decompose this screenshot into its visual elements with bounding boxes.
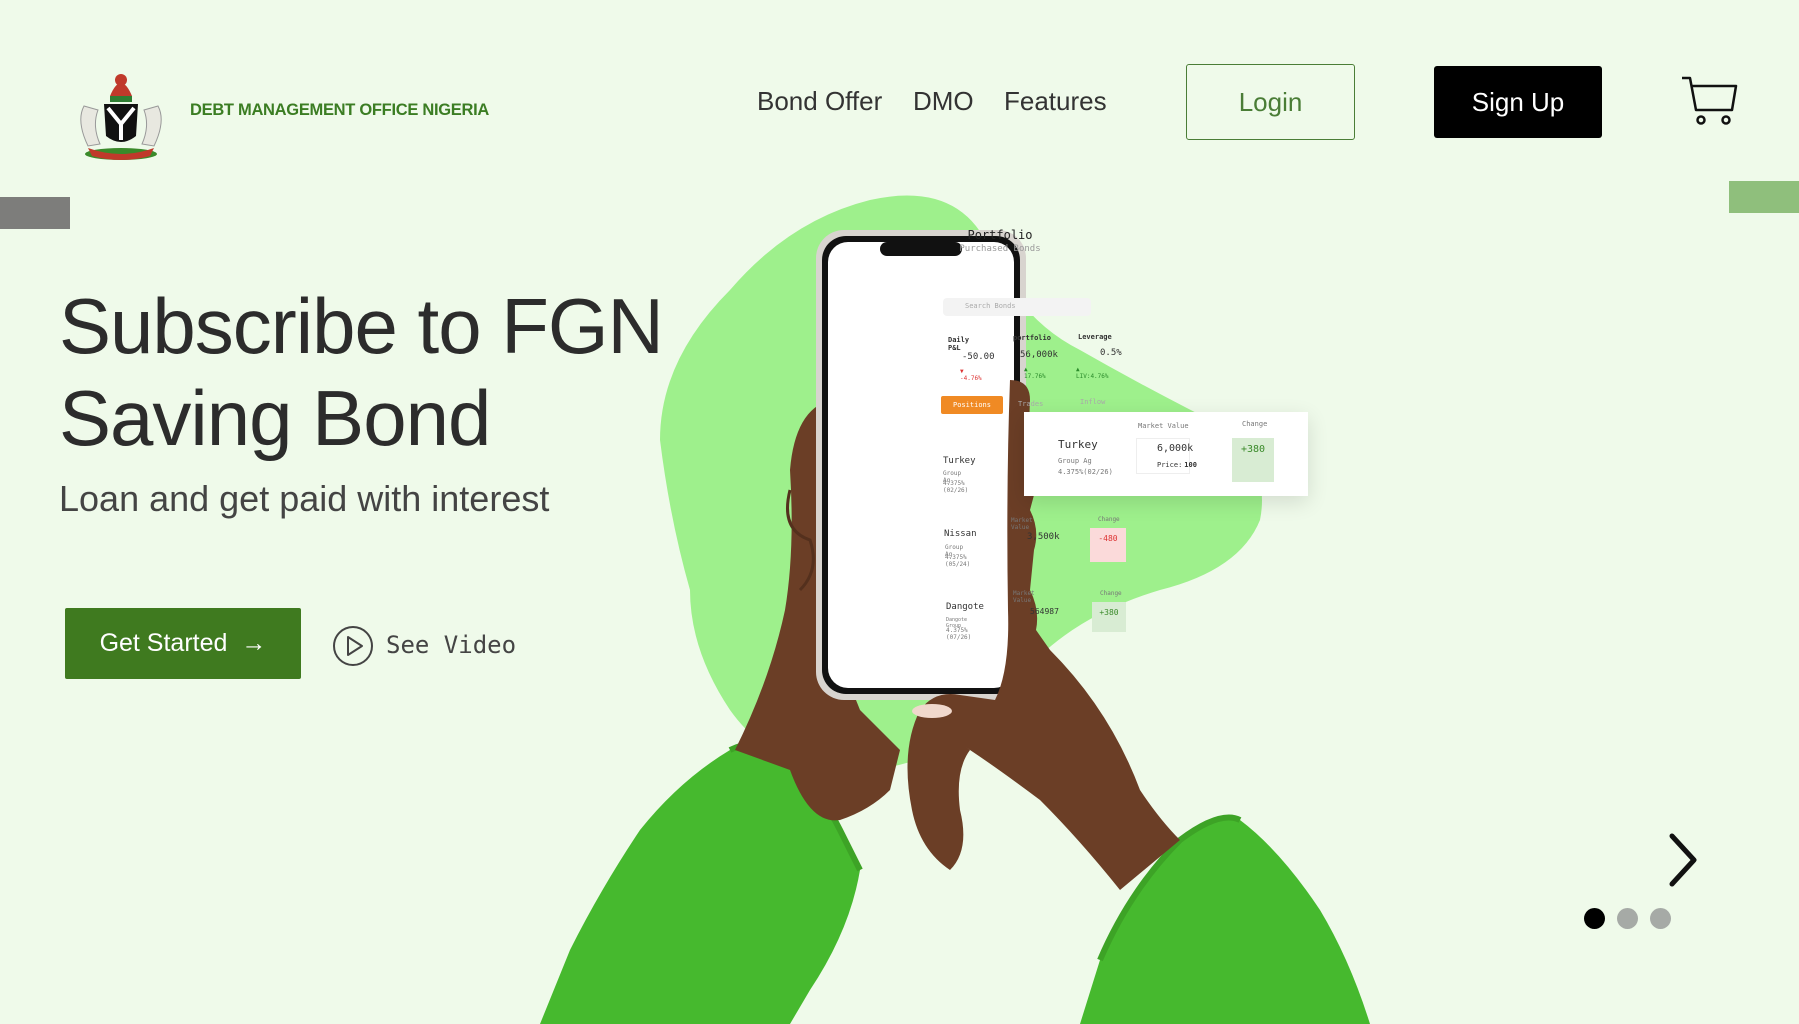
carousel-dot-2[interactable] — [1617, 908, 1638, 929]
row-dangote-coupon: 4.375%(07/26) — [946, 627, 972, 641]
chevron-right-icon[interactable] — [1662, 830, 1702, 890]
signup-button[interactable]: Sign Up — [1434, 66, 1602, 138]
row-nissan-name: Nissan — [944, 529, 977, 539]
nav-bond-offer[interactable]: Bond Offer — [757, 86, 882, 117]
phone-search-placeholder: Search Bonds — [965, 302, 1016, 310]
phone-title: Portfolio — [967, 228, 1033, 242]
card-price: Price: 100 — [1157, 461, 1197, 469]
row-nissan-change-label: Change — [1098, 516, 1120, 523]
row-nissan-value: 3,500k — [1027, 532, 1060, 542]
card-change-label: Change — [1242, 420, 1268, 428]
tab-inflow[interactable]: Inflow — [1080, 398, 1105, 406]
card-price-value: 100 — [1184, 461, 1197, 469]
card-group: Group Ag — [1058, 457, 1092, 465]
card-value-box: 6,000k Price: 100 — [1136, 438, 1197, 474]
card-change: +380 — [1232, 438, 1274, 482]
arrow-right-icon: → — [241, 629, 267, 657]
row-turkey-name: Turkey — [943, 456, 976, 466]
carousel-dot-1[interactable] — [1584, 908, 1605, 929]
stat-value-portfolio: 56,000k — [1020, 350, 1058, 360]
row-dangote-change-label: Change — [1100, 590, 1122, 597]
cart-icon[interactable] — [1680, 72, 1738, 128]
floating-bond-card: Turkey Group Ag 4.375%(02/26) Market Val… — [1024, 412, 1308, 496]
row-nissan-coupon: 4.375%(05/24) — [945, 554, 971, 568]
stat-value-leverage: 0.5% — [1100, 348, 1122, 358]
carousel-dots — [1584, 908, 1671, 929]
card-coupon: 4.375%(02/26) — [1058, 468, 1113, 476]
hero-subtitle: Loan and get paid with interest — [59, 478, 550, 519]
card-price-label: Price: — [1157, 461, 1183, 469]
get-started-button[interactable]: Get Started → — [65, 608, 301, 679]
phone-search-input[interactable]: Search Bonds — [943, 298, 1091, 316]
login-button[interactable]: Login — [1186, 64, 1355, 140]
row-nissan-mv-label: Market Value — [1011, 517, 1033, 531]
card-mv-label: Market Value — [1138, 422, 1189, 430]
row-dangote-value: 564987 — [1030, 607, 1059, 616]
nav-dmo[interactable]: DMO — [913, 86, 974, 117]
coat-of-arms-logo[interactable] — [66, 66, 176, 162]
phone-subtitle: Purchased Bonds — [959, 244, 1041, 254]
get-started-label: Get Started — [99, 629, 228, 657]
card-name: Turkey — [1058, 438, 1098, 451]
stat-value-pnl: -50.00 — [962, 352, 995, 362]
row-dangote-mv-label: Market Value — [1013, 590, 1035, 604]
decorative-block-right — [1729, 181, 1799, 213]
tab-positions[interactable]: Positions — [941, 396, 1003, 414]
tab-trades[interactable]: Trades — [1018, 400, 1043, 408]
card-value: 6,000k — [1157, 443, 1194, 454]
stat-change-leverage: ▲ LIV:4.76% — [1076, 366, 1109, 380]
row-dangote-change: +380 — [1092, 602, 1126, 632]
see-video-link[interactable]: See Video — [386, 631, 516, 659]
stat-label-leverage: Leverage — [1078, 333, 1112, 341]
nav-features[interactable]: Features — [1004, 86, 1107, 117]
stat-label-portfolio: portfolio — [1013, 334, 1051, 342]
row-dangote-name: Dangote — [946, 602, 984, 612]
stat-change-pnl: ▼ -4.76% — [960, 368, 982, 382]
carousel-dot-3[interactable] — [1650, 908, 1671, 929]
brand-name[interactable]: DEBT MANAGEMENT OFFICE NIGERIA — [190, 101, 489, 120]
decorative-block-left — [0, 197, 70, 229]
row-nissan-change: -480 — [1090, 528, 1126, 562]
hero-title-line2: Saving Bond — [59, 374, 491, 462]
row-turkey-coupon: 4.375%(02/26) — [943, 480, 969, 494]
play-circle-icon[interactable] — [332, 625, 374, 667]
stat-label-pnl: Daily P&L — [948, 336, 970, 352]
stat-change-portfolio: ▲ 17.76% — [1024, 366, 1046, 380]
